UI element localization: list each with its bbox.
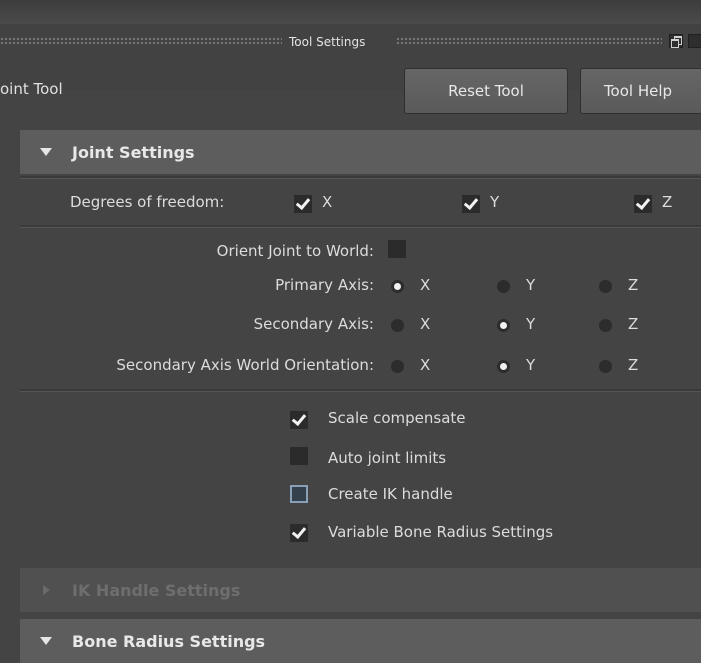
ik-handle-settings-header[interactable]: IK Handle Settings xyxy=(20,568,701,612)
divider xyxy=(20,225,701,228)
divider xyxy=(20,176,701,179)
dof-z-checkbox[interactable] xyxy=(634,195,652,213)
tool-name: oint Tool xyxy=(0,80,63,98)
dof-y-checkbox[interactable] xyxy=(462,195,480,213)
ik-handle-settings-title: IK Handle Settings xyxy=(72,580,241,600)
secondary-world-z-label: Z xyxy=(628,356,639,374)
primary-z-radio[interactable] xyxy=(599,280,612,293)
secondary-world-x-label: X xyxy=(420,356,431,374)
orient-joint-label: Orient Joint to World: xyxy=(216,242,374,260)
scale-compensate-label: Scale compensate xyxy=(328,409,466,427)
dof-x-label: X xyxy=(322,193,333,211)
secondary-world-y-label: Y xyxy=(526,356,536,374)
restore-icon[interactable] xyxy=(669,34,683,48)
secondary-axis-label: Secondary Axis: xyxy=(253,315,374,333)
primary-axis-label: Primary Axis: xyxy=(275,276,374,294)
joint-settings-title: Joint Settings xyxy=(72,142,195,162)
auto-joint-limits-label: Auto joint limits xyxy=(328,449,447,467)
degrees-of-freedom-label: Degrees of freedom: xyxy=(70,193,225,211)
create-ik-handle-checkbox[interactable] xyxy=(290,485,308,503)
primary-x-radio[interactable] xyxy=(391,280,404,293)
close-icon[interactable] xyxy=(688,34,701,48)
primary-y-radio[interactable] xyxy=(497,280,510,293)
secondary-y-label: Y xyxy=(526,315,536,333)
collapse-arrow-icon xyxy=(20,148,72,156)
variable-bone-radius-checkbox[interactable] xyxy=(290,524,308,542)
drag-grip-left[interactable] xyxy=(0,37,282,45)
dof-x-checkbox[interactable] xyxy=(294,195,312,213)
dof-z-label: Z xyxy=(662,193,673,211)
secondary-world-x-radio[interactable] xyxy=(391,360,404,373)
secondary-world-y-radio[interactable] xyxy=(497,360,510,373)
dof-y-label: Y xyxy=(490,193,500,211)
window-title: Tool Settings xyxy=(289,35,366,49)
secondary-z-radio[interactable] xyxy=(599,319,612,332)
drag-grip-right[interactable] xyxy=(396,37,662,45)
secondary-y-radio[interactable] xyxy=(497,319,510,332)
scale-compensate-checkbox[interactable] xyxy=(290,411,308,429)
secondary-world-label: Secondary Axis World Orientation: xyxy=(116,356,374,374)
window-top-strip xyxy=(0,0,701,24)
orient-joint-checkbox[interactable] xyxy=(388,240,406,258)
bone-radius-settings-header[interactable]: Bone Radius Settings xyxy=(20,619,701,663)
primary-z-label: Z xyxy=(628,276,639,294)
collapse-arrow-icon xyxy=(20,637,72,645)
secondary-z-label: Z xyxy=(628,315,639,333)
variable-bone-radius-label: Variable Bone Radius Settings xyxy=(328,523,554,541)
reset-tool-button[interactable]: Reset Tool xyxy=(404,68,568,114)
secondary-world-z-radio[interactable] xyxy=(599,360,612,373)
create-ik-handle-label: Create IK handle xyxy=(328,485,453,503)
expand-arrow-icon xyxy=(20,585,72,595)
divider xyxy=(20,389,701,392)
joint-settings-header[interactable]: Joint Settings xyxy=(20,130,701,174)
secondary-x-label: X xyxy=(420,315,431,333)
primary-y-label: Y xyxy=(526,276,536,294)
primary-x-label: X xyxy=(420,276,431,294)
auto-joint-limits-checkbox[interactable] xyxy=(290,447,308,465)
tool-help-button[interactable]: Tool Help xyxy=(580,68,701,114)
secondary-x-radio[interactable] xyxy=(391,319,404,332)
